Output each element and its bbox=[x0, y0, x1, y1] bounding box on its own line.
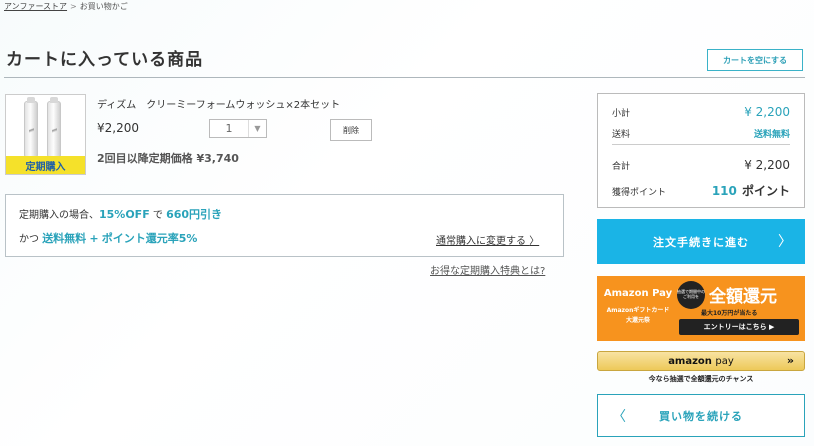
checkout-label: 注文手続きに進む bbox=[653, 235, 749, 249]
subscription-offer-box: 定期購入の場合、15%OFF で 660円引き かつ 送料無料 + ポイント還元… bbox=[5, 194, 564, 257]
product-bottle-image bbox=[47, 97, 61, 157]
total-row: 合計 ¥ 2,200 bbox=[612, 158, 790, 172]
checkout-button[interactable]: 注文手続きに進む 〉 bbox=[597, 219, 805, 264]
offer-text: かつ bbox=[19, 234, 39, 245]
product-name[interactable]: ディズム クリーミーフォームウォッシュ×2本セット bbox=[97, 96, 340, 111]
breadcrumb-current: お買い物かご bbox=[79, 2, 128, 11]
offer-line-2: かつ 送料無料 + ポイント還元率5% bbox=[19, 230, 197, 246]
breadcrumb: アンファーストア > お買い物かご bbox=[4, 1, 128, 12]
offer-discount: 15%OFF bbox=[99, 208, 150, 221]
points-label: 獲得ポイント bbox=[612, 188, 667, 198]
quantity-value: 1 bbox=[225, 122, 233, 135]
order-summary: 小計 ¥ 2,200 送料 送料無料 合計 ¥ 2,200 獲得ポイント 110… bbox=[597, 93, 805, 208]
product-image[interactable]: 定期購入 bbox=[5, 94, 86, 175]
subtotal-row: 小計 ¥ 2,200 bbox=[612, 105, 790, 119]
points-value: 110 bbox=[711, 184, 737, 198]
continue-shopping-label: 買い物を続ける bbox=[659, 409, 743, 423]
chevron-left-icon: 〈 bbox=[612, 409, 627, 425]
delete-button[interactable]: 削除 bbox=[330, 119, 372, 141]
banner-entry-button[interactable]: エントリーはこちら ▶ bbox=[679, 319, 799, 335]
amazon-pay-logo-main: amazon bbox=[668, 355, 712, 367]
offer-line-1: 定期購入の場合、15%OFF で 660円引き bbox=[19, 206, 222, 222]
offer-points: ポイント還元率5% bbox=[101, 232, 198, 245]
banner-headline: 全額還元 bbox=[709, 287, 777, 307]
banner-note: 最大10万円が当たる bbox=[701, 310, 758, 317]
product-price: ¥2,200 bbox=[97, 121, 139, 135]
banner-sub-text: 大還元祭 bbox=[625, 317, 650, 324]
subtotal-value: ¥ 2,200 bbox=[744, 105, 790, 119]
amazon-pay-logo: amazon pay bbox=[668, 356, 734, 367]
shipping-row: 送料 送料無料 bbox=[612, 127, 790, 140]
shipping-label: 送料 bbox=[612, 130, 631, 140]
subtotal-label: 小計 bbox=[612, 109, 631, 119]
points-value-group: 110 ポイント bbox=[712, 180, 790, 199]
chevron-right-icon: 〉 bbox=[529, 236, 540, 247]
banner-circle-text: 抽選で期間中のご利用を bbox=[677, 281, 705, 309]
points-unit: ポイント bbox=[741, 184, 790, 198]
double-chevron-right-icon: » bbox=[786, 354, 794, 367]
breadcrumb-home-link[interactable]: アンファーストア bbox=[4, 2, 67, 11]
total-value: ¥ 2,200 bbox=[744, 158, 790, 172]
subsequent-price-value: ¥3,740 bbox=[196, 152, 239, 165]
continue-shopping-button[interactable]: 〈 買い物を続ける bbox=[597, 394, 805, 437]
amazon-campaign-banner[interactable]: Amazon Pay Amazonギフトカード 大還元祭 抽選で期間中のご利用を… bbox=[597, 276, 805, 341]
amazon-pay-button[interactable]: amazon pay » bbox=[597, 351, 805, 371]
offer-text: で bbox=[152, 210, 163, 221]
offer-plus: + bbox=[89, 232, 99, 245]
shipping-value: 送料無料 bbox=[753, 130, 790, 140]
amazon-pay-logo-sub: pay bbox=[715, 355, 734, 367]
switch-link-label: 通常購入に変更する bbox=[436, 236, 526, 247]
empty-cart-button[interactable]: カートを空にする bbox=[707, 49, 803, 71]
subscription-badge: 定期購入 bbox=[6, 156, 85, 174]
page-title: カートに入っている商品 bbox=[6, 50, 204, 70]
offer-amount: 660円引き bbox=[166, 208, 223, 221]
summary-divider bbox=[612, 144, 790, 145]
subscription-benefit-link[interactable]: お得な定期購入特典とは? bbox=[430, 262, 545, 277]
banner-left: Amazon Pay Amazonギフトカード 大還元祭 bbox=[603, 288, 673, 324]
amazon-pay-caption: 今なら抽選で全額還元のチャンス bbox=[648, 375, 754, 383]
chevron-down-icon: ▼ bbox=[248, 120, 266, 137]
switch-to-regular-link[interactable]: 通常購入に変更する 〉 bbox=[436, 232, 539, 247]
quantity-select[interactable]: 1 ▼ bbox=[209, 119, 267, 138]
banner-gift-text: Amazonギフトカード bbox=[606, 307, 670, 314]
breadcrumb-separator: > bbox=[70, 2, 77, 11]
offer-text: 定期購入の場合、 bbox=[19, 210, 99, 221]
subsequent-price: 2回目以降定期価格 ¥3,740 bbox=[97, 150, 239, 166]
title-divider bbox=[4, 77, 805, 78]
product-bottle-image bbox=[24, 97, 38, 157]
points-row: 獲得ポイント 110 ポイント bbox=[612, 180, 790, 199]
subsequent-price-label: 2回目以降定期価格 bbox=[97, 152, 193, 165]
banner-amazon-pay-text: Amazon Pay bbox=[603, 288, 673, 299]
total-label: 合計 bbox=[612, 162, 631, 172]
offer-shipping: 送料無料 bbox=[42, 232, 87, 245]
chevron-right-icon: 〉 bbox=[778, 234, 793, 250]
